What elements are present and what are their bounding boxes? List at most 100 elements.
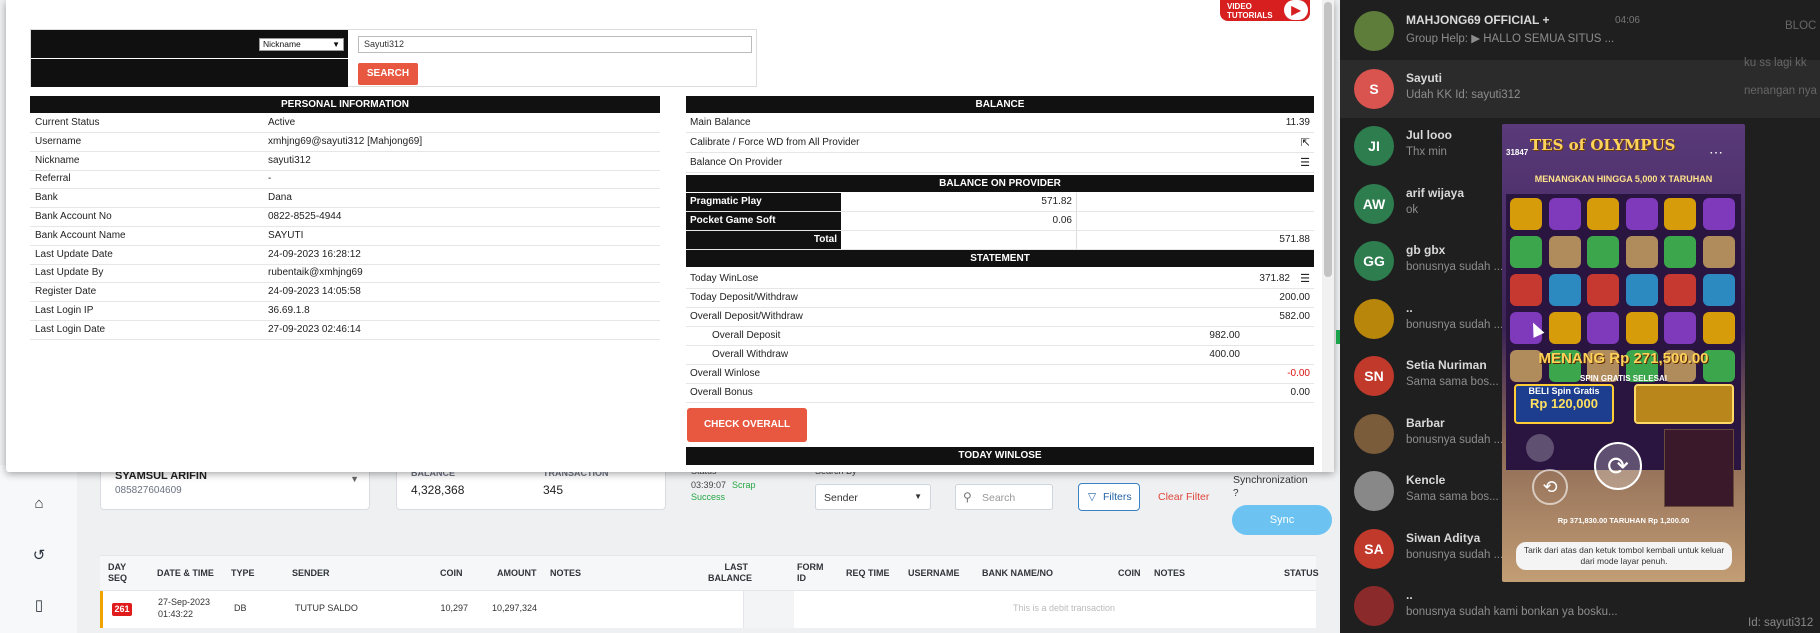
gem-symbol: [1587, 274, 1619, 306]
buy-free-spin-button[interactable]: BELI Spin Gratis Rp 120,000: [1514, 384, 1614, 424]
avatar: S: [1354, 68, 1394, 109]
game-balance: Rp 371,830.00 TARUHAN Rp 1,200.00: [1557, 516, 1690, 525]
personal-info-label: Referral: [35, 173, 71, 185]
personal-info-row: Current Status Active: [30, 114, 660, 133]
coins-icon[interactable]: [1526, 434, 1554, 462]
transactions-table-header: DAY SEQ DATE & TIME TYPE SENDER COIN AMO…: [100, 555, 1319, 591]
personal-info-value: 27-09-2023 02:46:14: [268, 323, 361, 335]
game-overlay[interactable]: 31847 TES of OLYMPUS ⋯ MENANGKAN HINGGA …: [1502, 124, 1745, 582]
personal-info-value: rubentaik@xmhjng69: [268, 267, 363, 279]
personal-info-row: Last Update Date 24-09-2023 16:28:12: [30, 246, 660, 265]
th-type: TYPE: [231, 568, 255, 578]
history-icon[interactable]: ↺: [30, 547, 48, 565]
avatar: [1354, 413, 1394, 454]
chat-message: ok: [1406, 203, 1419, 216]
personal-info-value: Dana: [268, 192, 292, 204]
spin-icon[interactable]: ⟳: [1594, 442, 1642, 490]
search-button[interactable]: SEARCH: [358, 63, 418, 85]
th-notes-2: NOTES: [1154, 568, 1186, 578]
search-by-select[interactable]: Sender ▼: [815, 484, 931, 510]
green-strip: [1336, 330, 1340, 344]
background-search-input[interactable]: ⚲ Search: [955, 484, 1053, 510]
chat-name: Barbar: [1406, 415, 1445, 430]
chat-message: bonusnya sudah ...: [1406, 548, 1504, 561]
gem-symbol: [1625, 312, 1658, 344]
bank-icon[interactable]: ⌂: [30, 495, 48, 513]
gem-symbol: [1510, 236, 1542, 268]
row-amount: 10,297,324: [491, 603, 537, 613]
search-input[interactable]: Sayuti312: [358, 36, 752, 53]
balance-header: BALANCE: [686, 96, 1314, 113]
personal-info-row: Bank Account No 0822-8525-4944: [30, 208, 660, 227]
chat-time: 04:06: [1614, 15, 1640, 26]
external-link-icon[interactable]: ⇱: [1301, 138, 1310, 149]
play-icon: ▶: [1284, 0, 1308, 20]
personal-info-label: Bank: [35, 192, 58, 204]
gem-symbol: [1664, 236, 1696, 268]
personal-info-label: Last Update By: [35, 267, 104, 279]
promo-box: [1634, 384, 1734, 424]
personal-info-label: Nickname: [35, 154, 80, 166]
personal-info-row: Bank Dana: [30, 189, 660, 209]
status-success: Success: [691, 492, 726, 502]
chat-message: bonusnya sudah ...: [1406, 433, 1504, 446]
personal-info-label: Current Status: [35, 117, 100, 128]
gem-symbol: [1702, 198, 1735, 230]
balance-on-provider-row: Balance On Provider ☰: [686, 154, 1314, 173]
check-overall-button[interactable]: CHECK OVERALL: [687, 408, 807, 442]
game-banner: MENANGKAN HINGGA 5,000 X TARUHAN: [1534, 174, 1713, 184]
statement-header: STATEMENT: [686, 250, 1314, 267]
th-form-id: FORM ID: [797, 562, 824, 583]
table-row[interactable]: 261 27-Sep-2023 01:43:22 DB TUTUP SALDO …: [100, 591, 1316, 628]
list-icon[interactable]: ☰: [1300, 274, 1310, 285]
row-date: 27-Sep-2023: [158, 597, 211, 607]
personal-info-label: Register Date: [35, 286, 97, 298]
filters-button[interactable]: ▽ Filters: [1078, 483, 1140, 511]
row-coin: 10,297: [440, 603, 468, 613]
chevron-down-icon[interactable]: ▼: [350, 474, 359, 484]
personal-info-value: xmhjng69@sayuti312 [Mahjong69]: [268, 135, 423, 147]
main-balance-row: Main Balance 11.39: [686, 114, 1314, 133]
th-username: USERNAME: [908, 568, 960, 578]
personal-info-label: Bank Account Name: [35, 229, 126, 241]
th-coin: COIN: [440, 568, 463, 578]
game-title: TES of OLYMPUS: [1530, 136, 1676, 154]
personal-info-label: Last Update Date: [35, 248, 113, 260]
video-tutorials-badge[interactable]: VIDEO TUTORIALS ▶: [1220, 0, 1310, 21]
avatar: SA: [1354, 528, 1394, 569]
search-panel: Nickname ▼ Sayuti312 SEARCH: [30, 29, 757, 87]
gem-symbol: [1625, 274, 1658, 306]
today-deposit-withdraw-row: Today Deposit/Withdraw 200.00: [686, 289, 1314, 308]
chat-name: MAHJONG69 OFFICIAL +: [1406, 13, 1550, 27]
help-icon[interactable]: ?: [1233, 488, 1239, 499]
chat-name: ..: [1406, 588, 1413, 602]
today-winlose-header: TODAY WINLOSE: [686, 447, 1314, 465]
balance-on-provider-header: BALANCE ON PROVIDER: [686, 175, 1314, 192]
gem-symbol: [1548, 312, 1581, 344]
personal-info-row: Bank Account Name SAYUTI: [30, 227, 660, 246]
day-seq-badge: 261: [112, 603, 132, 616]
chat-item[interactable]: MAHJONG69 OFFICIAL + Group Help: ▶ HALLO …: [1340, 2, 1820, 60]
avatar: AW: [1354, 183, 1394, 224]
row-time: 01:43:22: [158, 609, 194, 619]
th-last-balance: LAST BALANCE: [708, 562, 752, 583]
modal-scrollbar[interactable]: [1322, 0, 1334, 472]
clear-filter-link[interactable]: Clear Filter: [1158, 491, 1209, 503]
th-sender: SENDER: [292, 568, 330, 578]
book-icon[interactable]: ▯: [30, 597, 48, 615]
search-type-select[interactable]: Nickname ▼: [259, 38, 344, 51]
more-icon[interactable]: ⋯: [1709, 144, 1723, 161]
gem-symbol: [1510, 198, 1542, 230]
personal-info-value: 36.69.1.8: [268, 305, 310, 316]
row-type: DB: [234, 603, 247, 613]
sync-title: Synchronization: [1233, 474, 1308, 486]
gem-symbol: [1548, 274, 1581, 306]
th-day-seq: DAY SEQ: [108, 562, 128, 583]
avatar: JI: [1354, 126, 1394, 166]
sync-button[interactable]: Sync: [1232, 505, 1332, 535]
personal-info-row: Username xmhjng69@sayuti312 [Mahjong69]: [30, 133, 660, 152]
autoplay-icon[interactable]: ⟲: [1532, 469, 1568, 505]
list-icon[interactable]: ☰: [1300, 158, 1310, 169]
game-counter: 31847: [1506, 148, 1529, 157]
th-coin-2: COIN: [1118, 568, 1141, 578]
